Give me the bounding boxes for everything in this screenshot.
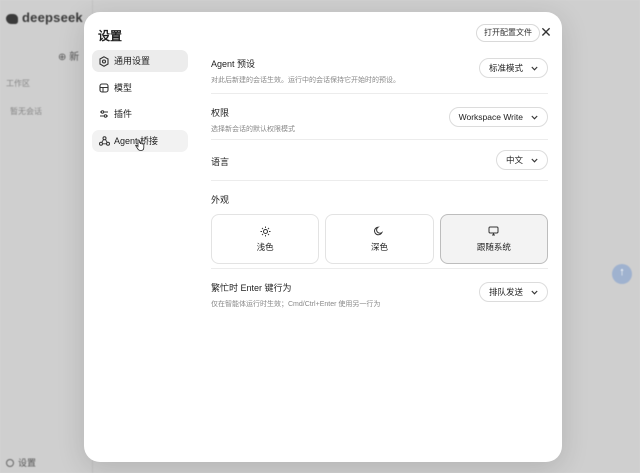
nav-item-model[interactable]: 模型 xyxy=(92,77,188,99)
sliders-icon xyxy=(98,103,110,125)
close-icon[interactable]: ✕ xyxy=(538,24,554,40)
language-row: 语言 中文 xyxy=(211,140,548,181)
sidebar-settings: 设置 xyxy=(6,456,36,469)
bridge-icon xyxy=(98,130,110,152)
language-select[interactable]: 中文 xyxy=(495,150,548,170)
new-chat-button: ⊕ 新 xyxy=(58,52,80,63)
settings-modal: 设置 打开配置文件 ✕ 通用设置 模型 插件 Agent 桥接 Agent 预设… xyxy=(84,12,562,462)
send-button xyxy=(612,264,632,284)
whale-icon xyxy=(6,13,18,24)
nav-item-agent-bridge[interactable]: Agent 桥接 xyxy=(92,129,188,152)
settings-content: Agent 预设 对此后新建的会话生效。运行中的会话保持它开始时的预设。 标准模… xyxy=(211,50,548,313)
moon-icon xyxy=(374,225,384,237)
open-config-button[interactable]: 打开配置文件 xyxy=(476,24,540,42)
workspace-label: 工作区 xyxy=(6,79,30,88)
nav-item-plugins[interactable]: 插件 xyxy=(92,103,188,125)
nav-item-general[interactable]: 通用设置 xyxy=(92,50,188,72)
monitor-icon xyxy=(488,225,499,237)
busy-enter-select[interactable]: 排队发送 xyxy=(478,282,548,302)
modal-title: 设置 xyxy=(98,29,123,43)
no-sessions-label: 暂无会话 xyxy=(10,107,42,116)
model-icon xyxy=(98,77,110,99)
settings-nav: 通用设置 模型 插件 Agent 桥接 xyxy=(92,50,188,156)
brand-logo: deepseek xyxy=(6,10,83,25)
busy-enter-row: 繁忙时 Enter 键行为 仅在智能体运行时生效；Cmd/Ctrl+Enter … xyxy=(211,269,548,313)
agent-preset-select[interactable]: 标准模式 xyxy=(478,58,548,78)
chevron-down-icon xyxy=(529,59,539,77)
appearance-label: 外观 xyxy=(211,195,230,205)
hexagon-gear-icon xyxy=(98,50,110,72)
theme-dark-option[interactable]: 深色 xyxy=(325,214,434,264)
theme-system-option[interactable]: 跟随系统 xyxy=(439,214,548,264)
chevron-down-icon xyxy=(529,283,539,301)
appearance-row: 外观 浅色 深色 跟随系统 xyxy=(211,181,548,269)
permission-row: 权限 选择新会话的默认权限模式 Workspace Write xyxy=(211,94,548,140)
chevron-down-icon xyxy=(529,151,539,169)
theme-options: 浅色 深色 跟随系统 xyxy=(211,214,548,264)
gear-icon xyxy=(6,459,14,467)
nav-item-label: 插件 xyxy=(114,109,133,119)
theme-light-option[interactable]: 浅色 xyxy=(211,214,320,264)
mouse-pointer-icon xyxy=(135,139,145,151)
nav-item-label: 模型 xyxy=(114,82,133,93)
chevron-down-icon xyxy=(529,108,539,126)
sun-icon xyxy=(260,225,271,237)
permission-select[interactable]: Workspace Write xyxy=(448,107,548,127)
nav-item-label: 通用设置 xyxy=(114,56,151,66)
agent-preset-row: Agent 预设 对此后新建的会话生效。运行中的会话保持它开始时的预设。 标准模… xyxy=(211,50,548,94)
